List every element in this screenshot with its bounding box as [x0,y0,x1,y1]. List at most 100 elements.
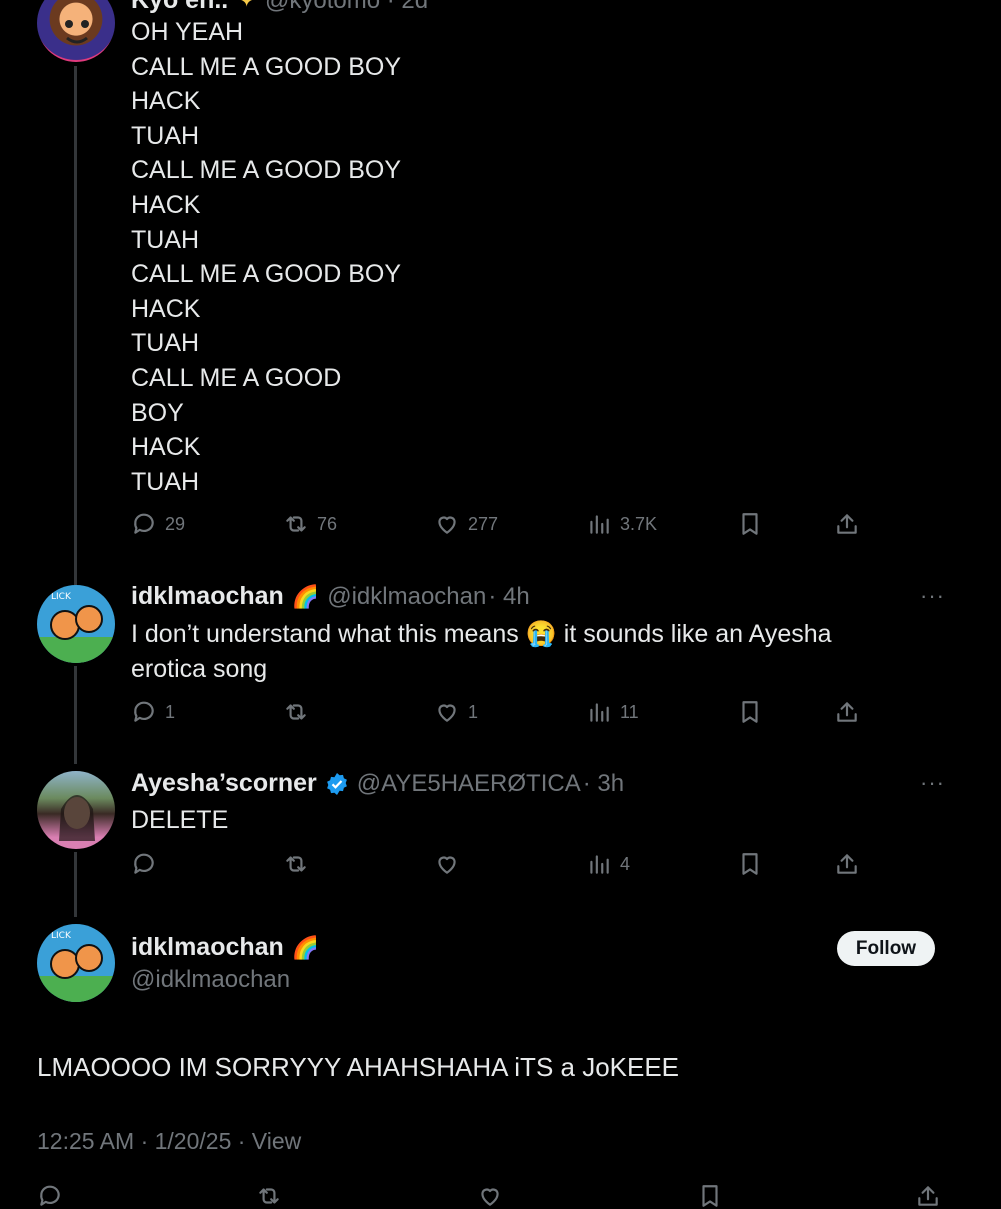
share-icon [837,514,857,534]
tweet1-line: CALL ME A GOOD [131,363,342,392]
tweet1-line: CALL ME A GOOD BOY [131,52,401,81]
reply-icon [40,1185,60,1206]
tweet3-time[interactable]: · 3h [583,770,624,798]
tweet1-line: HACK [131,190,201,219]
avatar-ayeshascorner[interactable] [37,771,115,849]
svg-text:LICK: LICK [51,592,72,602]
tweet1-line: TUAH [131,225,200,254]
share-icon [837,702,857,722]
retweet-icon [286,704,306,720]
share-button[interactable] [915,1183,941,1209]
heart-icon [481,1188,499,1206]
retweet-button[interactable]: 76 [283,511,337,537]
more-options-button[interactable]: ··· [920,583,945,609]
crying-emoji: 😭 [525,620,557,648]
avatar-cartoon-icon: LICK [37,592,115,663]
like-button[interactable] [477,1183,503,1209]
tweet1-line: CALL ME A GOOD BOY [131,260,401,289]
retweet-button[interactable] [256,1183,282,1209]
tweet2-text-part: I don’t understand what this means [131,620,519,648]
tweet3-handle[interactable]: @AYE5HAERØTICA [357,770,581,798]
tweet2-text: I don’t understand what this means 😭 it … [131,617,891,687]
heart-icon [438,856,456,874]
main-timestamp[interactable]: 12:25 AM · 1/20/25 · View [37,1128,301,1155]
like-button[interactable]: 1 [434,699,478,725]
avatar-idklmaochan-main[interactable]: LICK [37,924,115,1002]
rainbow-emoji: 🌈 [291,934,320,960]
tweet1-line: TUAH [131,121,200,150]
views-button[interactable]: 4 [586,851,630,877]
reply-icon [134,701,154,722]
views-button[interactable]: 11 [586,699,639,725]
views-icon [590,855,609,874]
like-button[interactable] [434,851,468,877]
tweet2-handle[interactable]: @idklmaochan [327,583,486,611]
retweet-icon [259,1188,279,1204]
like-button[interactable]: 277 [434,511,498,537]
tweet2-text-part: erotica song [131,655,268,683]
avatar-cartoon-icon: LICK [37,931,115,1002]
views-count: 11 [620,701,639,722]
bookmark-icon [742,701,758,723]
share-button[interactable] [834,699,860,725]
tweet2-text-part: it sounds like an Ayesha [556,620,832,648]
tweet1-text: OH YEAH CALL ME A GOOD BOY HACK TUAH CAL… [131,15,401,499]
tweet1-line: BOY [131,398,184,427]
tweet2-time[interactable]: · 4h [488,583,529,611]
main-author: idklmaochan 🌈 [131,933,319,962]
thread-line [74,852,77,917]
retweet-icon [286,856,306,872]
avatar-face-icon [65,20,89,44]
follow-button[interactable]: Follow [837,931,935,966]
avatar-photo-icon [59,795,95,841]
retweet-icon [286,516,306,532]
views-count: 4 [620,853,631,874]
svg-text:LICK: LICK [51,931,72,941]
tweet2-header: idklmaochan 🌈 @idklmaochan · 4h [131,582,530,611]
tweet1-line: OH YEAH [131,18,244,46]
main-tweet-text: LMAOOOO IM SORRYYY AHAHSHAHA iTS a JoKEE… [37,1052,680,1082]
main-handle[interactable]: @idklmaochan [131,966,290,994]
retweet-button[interactable] [283,699,317,725]
reply-button[interactable]: 1 [131,699,175,725]
retweet-button[interactable] [283,851,317,877]
share-button[interactable] [834,511,860,537]
bookmark-button[interactable] [737,851,763,877]
tweet3-header: Ayesha’scorner @AYE5HAERØTICA · 3h [131,769,624,798]
thread-line [74,66,77,586]
tweet1-handle[interactable]: @kyotomo · 2d [265,0,428,15]
heart-icon [438,516,456,534]
tweet1-line: CALL ME A GOOD BOY [131,156,401,185]
tweet1-author-name[interactable]: Kyo’en.. [131,0,228,15]
tweet1-line: HACK [131,87,201,116]
award-icon: ✦ [238,0,256,12]
avatar-idklmaochan[interactable]: LICK [37,585,115,663]
reply-count: 1 [165,701,176,722]
reply-button[interactable] [131,851,165,877]
bookmark-button[interactable] [737,699,763,725]
avatar-kyoten[interactable] [37,0,115,62]
retweet-count: 76 [317,513,338,534]
views-icon [590,703,609,722]
bookmark-icon [702,1185,718,1207]
reply-button[interactable] [37,1183,63,1209]
verified-badge-icon [326,772,347,795]
share-button[interactable] [834,851,860,877]
reply-icon [134,513,154,534]
tweet1-line: HACK [131,294,201,323]
bookmark-button[interactable] [697,1183,723,1209]
tweet2-author-name[interactable]: idklmaochan [131,582,284,611]
main-author-name[interactable]: idklmaochan [131,933,284,962]
share-icon [837,854,857,874]
tweet1-line: TUAH [131,329,200,358]
thread-line [74,666,77,764]
like-count: 1 [468,701,479,722]
tweet3-author-name[interactable]: Ayesha’scorner [131,769,317,798]
more-options-button[interactable]: ··· [920,770,945,796]
bookmark-icon [742,853,758,875]
reply-count: 29 [165,513,186,534]
tweet3-text: DELETE [131,806,229,834]
views-button[interactable]: 3.7K [586,511,657,537]
reply-button[interactable]: 29 [131,511,185,537]
bookmark-button[interactable] [737,511,763,537]
